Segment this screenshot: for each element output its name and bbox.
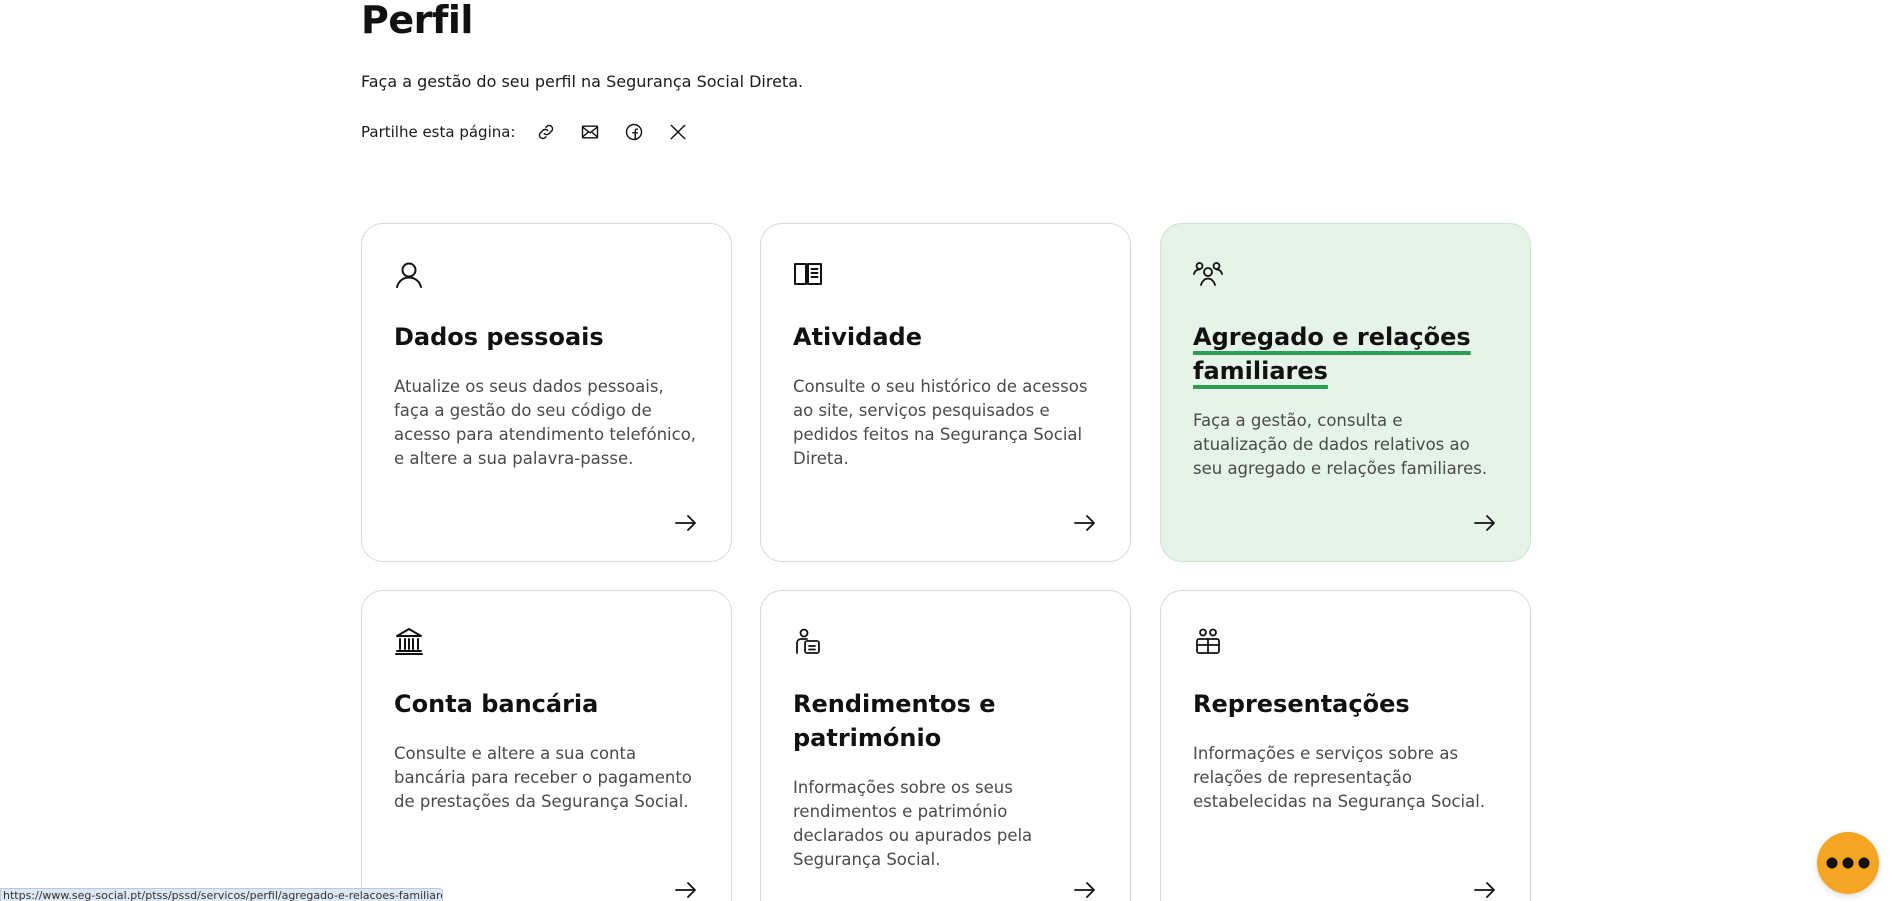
arrow-right-icon[interactable] [673, 877, 699, 901]
arrow-right-icon[interactable] [1072, 877, 1098, 901]
card-title: Rendimentos e património [793, 690, 996, 752]
arrow-right-icon[interactable] [673, 510, 699, 536]
card-agregado-familiar[interactable]: Agregado e relações familiares Faça a ge… [1160, 223, 1531, 562]
card-description: Consulte o seu histórico de acessos ao s… [793, 377, 1088, 468]
card-title: Conta bancária [394, 690, 599, 718]
chat-dots-icon [1826, 857, 1870, 869]
card-title: Representações [1193, 690, 1410, 718]
book-icon [793, 259, 823, 289]
arrow-right-icon[interactable] [1472, 877, 1498, 901]
page-title: Perfil [361, 0, 473, 42]
card-dados-pessoais[interactable]: Dados pessoais Atualize os seus dados pe… [361, 223, 732, 562]
mail-icon[interactable] [578, 120, 602, 144]
card-representacoes[interactable]: Representações Informações e serviços so… [1160, 590, 1531, 901]
arrow-right-icon[interactable] [1072, 510, 1098, 536]
card-title: Dados pessoais [394, 323, 604, 351]
card-description: Informações sobre os seus rendimentos e … [793, 778, 1033, 869]
x-icon[interactable] [666, 120, 690, 144]
card-description: Consulte e altere a sua conta bancária p… [394, 744, 692, 811]
income-icon [793, 626, 823, 656]
card-title: Atividade [793, 323, 922, 351]
card-atividade[interactable]: Atividade Consulte o seu histórico de ac… [760, 223, 1131, 562]
share-bar: Partilhe esta página: [361, 121, 710, 143]
facebook-icon[interactable] [622, 120, 646, 144]
card-description: Faça a gestão, consulta e atualização de… [1193, 411, 1488, 478]
person-icon [394, 259, 424, 289]
status-bar-url: https://www.seg-social.pt/ptss/pssd/serv… [0, 888, 443, 901]
page-subtitle: Faça a gestão do seu perfil na Segurança… [361, 72, 804, 91]
card-rendimentos-patrimonio[interactable]: Rendimentos e património Informações sob… [760, 590, 1131, 901]
share-label: Partilhe esta página: [361, 123, 516, 141]
card-description: Atualize os seus dados pessoais, faça a … [394, 377, 697, 468]
bank-icon [394, 626, 424, 656]
card-conta-bancaria[interactable]: Conta bancária Consulte e altere a sua c… [361, 590, 732, 901]
card-description: Informações e serviços sobre as relações… [1193, 744, 1486, 811]
card-title: Agregado e relações familiares [1193, 323, 1471, 385]
arrow-right-icon[interactable] [1472, 510, 1498, 536]
group-icon [1193, 259, 1223, 289]
link-icon[interactable] [534, 120, 558, 144]
representation-icon [1193, 626, 1223, 656]
chat-button[interactable] [1817, 832, 1879, 894]
